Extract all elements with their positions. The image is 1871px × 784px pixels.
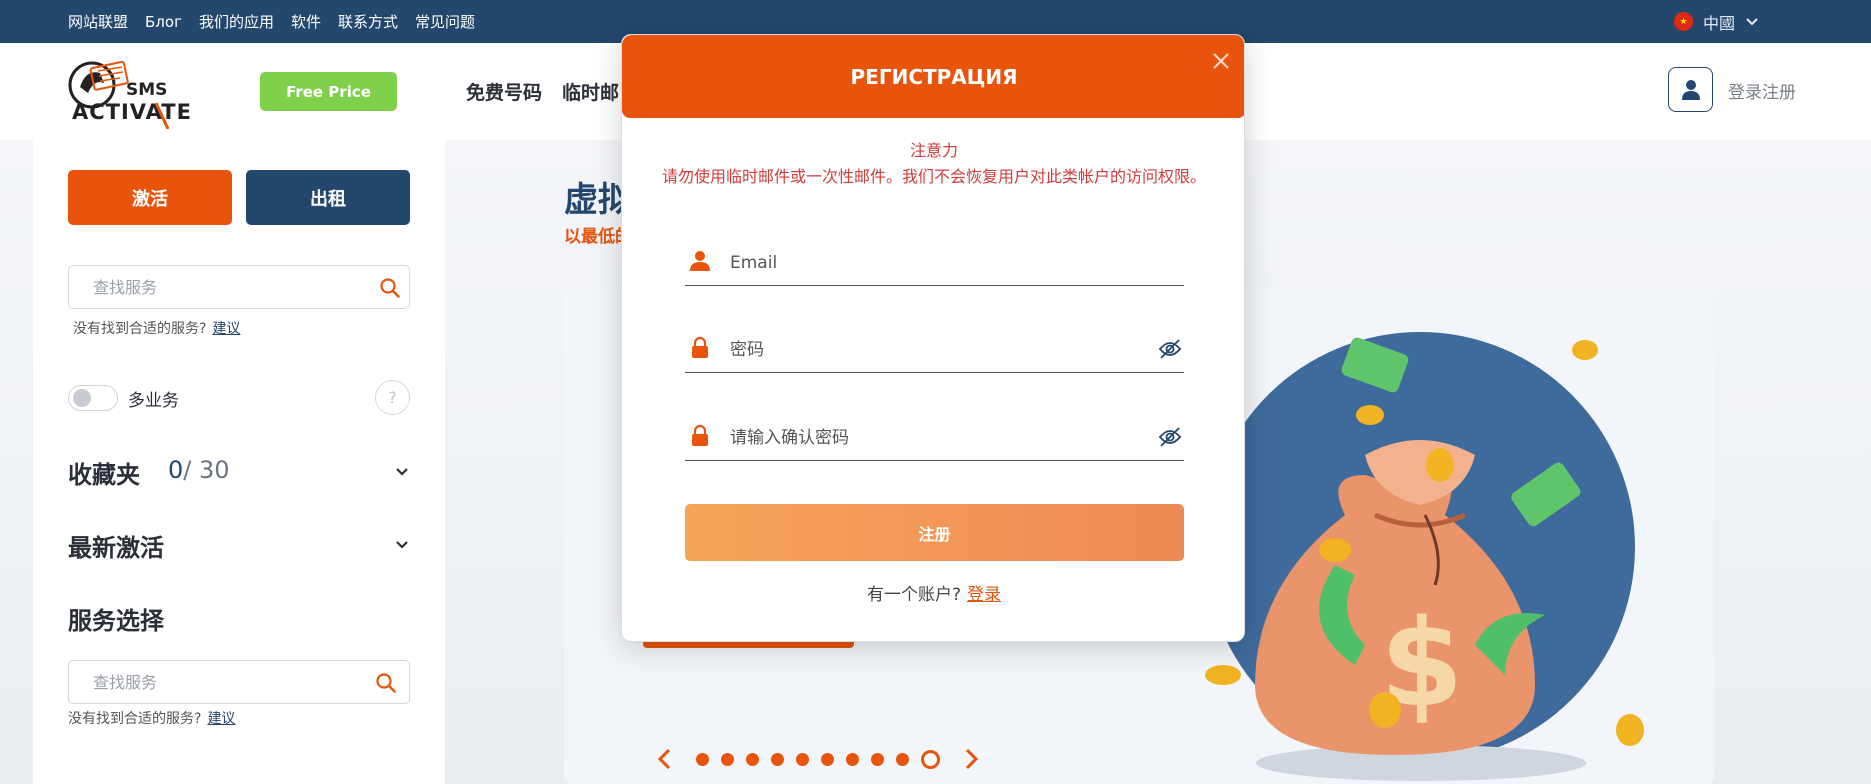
login-register-link[interactable]: 登录注册 [1728,78,1796,103]
help-question-icon[interactable]: ? [375,380,410,415]
carousel-dot[interactable] [871,753,884,766]
password-field [685,329,1184,373]
nav-temp-mail[interactable]: 临时邮 [562,78,619,105]
have-account-text: 有一个账户? [866,585,962,605]
carousel-dot[interactable] [746,753,759,766]
register-submit-button[interactable]: 注册 [685,504,1184,561]
not-found-text: 没有找到合适的服务? [73,321,207,337]
multi-service-label: 多业务 [128,391,179,411]
not-found-text-2: 没有找到合适的服务? [68,711,202,727]
carousel-dot[interactable] [846,753,859,766]
hero-carousel [640,744,996,774]
suggest-link[interactable]: 建议 [212,321,240,337]
lock-icon [692,425,708,446]
favorites-chevron-down-icon[interactable] [395,465,409,479]
carousel-dot[interactable] [796,753,809,766]
china-flag-icon: ★ [1673,12,1693,31]
search-icon-2[interactable] [375,672,397,694]
money-bag-illustration: $ [1205,332,1644,781]
notice-title: 注意力 [909,141,958,160]
service-search-box-2 [68,660,410,704]
carousel-next-arrow-icon[interactable] [960,748,982,770]
nav-free-numbers[interactable]: 免费号码 [466,78,542,105]
search-icon[interactable] [379,277,401,299]
service-search-box [68,265,410,309]
user-icon [1681,79,1700,100]
login-link[interactable]: 登录 [967,585,1001,605]
modal-title: РЕГИСТРАЦИЯ [850,64,1018,89]
favorites-counter: 0/ 30 [168,456,230,484]
top-nav-faq[interactable]: 常见问题 [415,11,475,32]
carousel-prev-arrow-icon[interactable] [654,748,676,770]
close-icon[interactable] [1212,52,1230,70]
carousel-dot[interactable] [896,753,909,766]
language-selector[interactable]: ★ 中國 [1673,0,1759,43]
favorites-total: / 30 [183,456,230,484]
service-search-input-2[interactable] [93,671,363,693]
carousel-dot[interactable] [696,753,709,766]
top-nav: 网站联盟 Блог 我们的应用 软件 联系方式 常见问题 [68,0,475,43]
sms-activate-logo[interactable]: SMS ACTIVATE [68,57,228,129]
service-search-input[interactable] [93,276,363,298]
modal-header: РЕГИСТРАЦИЯ [622,35,1244,118]
top-nav-software[interactable]: 软件 [291,11,321,32]
have-account-line: 有一个账户? 登录 [622,580,1244,605]
password-input[interactable] [730,338,1130,362]
top-nav-contacts[interactable]: 联系方式 [338,11,398,32]
suggest-link-2[interactable]: 建议 [207,711,235,727]
eye-off-icon[interactable] [1158,338,1182,360]
activate-tab-button[interactable]: 激活 [68,170,232,225]
service-select-title: 服务选择 [68,607,164,635]
user-account-button[interactable] [1668,67,1713,112]
chevron-down-icon [1746,17,1758,25]
email-input[interactable] [730,251,1130,275]
favorites-title[interactable]: 收藏夹 [68,455,140,490]
eye-off-icon[interactable] [1158,426,1182,448]
notice-body: 请勿使用临时邮件或一次性邮件。我们不会恢复用户对此类帐户的访问权限。 [662,167,1207,186]
confirm-password-field [685,417,1184,461]
logo-text-activate: ACTIVATE [72,100,192,124]
confirm-password-input[interactable] [730,426,1130,450]
logo-text-sms: SMS [126,80,167,100]
rent-tab-button[interactable]: 出租 [246,170,410,225]
recent-activations-title[interactable]: 最新激活 [68,528,164,563]
user-icon [690,251,710,271]
top-nav-affiliate[interactable]: 网站联盟 [68,11,128,32]
registration-modal: РЕГИСТРАЦИЯ 注意力 请勿使用临时邮件或一次性邮件。我们不会恢复用户对… [621,34,1245,642]
recent-chevron-down-icon[interactable] [395,538,409,552]
free-price-button[interactable]: Free Price [260,72,397,111]
main-nav: 免费号码 临时邮 [466,43,619,140]
email-field [685,242,1184,286]
carousel-dot[interactable] [921,750,940,769]
multi-service-toggle[interactable] [68,385,118,411]
carousel-dots [690,749,946,769]
top-nav-blog[interactable]: Блог [145,13,182,31]
top-nav-apps[interactable]: 我们的应用 [199,11,274,32]
modal-notice: 注意力 请勿使用临时邮件或一次性邮件。我们不会恢复用户对此类帐户的访问权限。 [662,138,1206,190]
favorites-count: 0 [168,456,184,484]
lock-icon [692,337,708,358]
carousel-dot[interactable] [771,753,784,766]
carousel-dot[interactable] [721,753,734,766]
language-label: 中國 [1702,13,1735,33]
not-found-hint-2: 没有找到合适的服务? 建议 [68,708,235,728]
carousel-dot[interactable] [821,753,834,766]
not-found-hint: 没有找到合适的服务? 建议 [73,318,240,338]
